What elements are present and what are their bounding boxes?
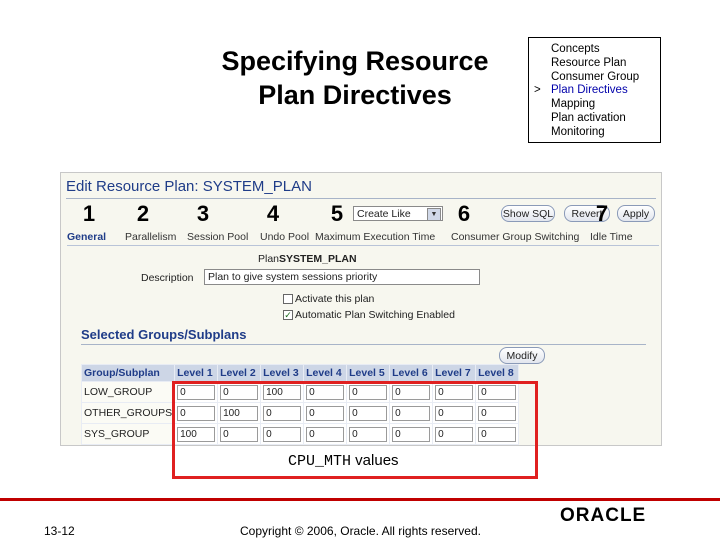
callout-5: 5	[330, 201, 344, 226]
agenda-item-label: Concepts	[551, 43, 600, 55]
property-tabs: General Parallelism Session Pool Undo Pool M…	[67, 231, 659, 247]
agenda-item-label: Monitoring	[551, 125, 605, 138]
plan-name-value: SYSTEM_PLAN	[279, 253, 357, 265]
slide-title-line-2: Plan Directives	[258, 80, 452, 110]
section-divider	[81, 344, 646, 345]
table-header-row: Group/Subplan Level 1 Level 2 Level 3 Level …	[80, 364, 520, 382]
agenda-item-label: Consumer Group	[551, 70, 640, 83]
callout-4: 4	[266, 201, 280, 226]
slide-number: 13-12	[44, 524, 75, 538]
create-like-value: Create Like	[357, 208, 411, 220]
tab-idle-time[interactable]: Idle Time	[590, 231, 633, 243]
column-header-level-1: Level 1	[174, 364, 219, 382]
column-header-level-2: Level 2	[217, 364, 262, 382]
column-header-level-7: Level 7	[432, 364, 477, 382]
agenda-item: > Plan Directives	[529, 84, 660, 98]
chevron-down-icon: ▼	[427, 208, 441, 221]
agenda-item: Consumer Group	[529, 71, 660, 85]
column-header-level-5: Level 5	[346, 364, 391, 382]
slide-title-line-1: Specifying Resource	[221, 46, 489, 76]
tabs-divider	[67, 245, 659, 246]
current-marker: >	[534, 84, 541, 97]
callout-7: 7	[595, 201, 609, 226]
column-header-level-8: Level 8	[475, 364, 520, 382]
column-header-level-6: Level 6	[389, 364, 434, 382]
tab-maximum-execution-time[interactable]: Maximum Execution Time	[315, 231, 435, 243]
plan-label: Plan	[258, 253, 280, 265]
agenda-box: Concepts Resource Plan Consumer Group > Plan…	[528, 37, 661, 143]
tab-undo-pool[interactable]: Undo Pool	[260, 231, 309, 243]
callout-2: 2	[136, 201, 150, 226]
agenda-item: Monitoring	[529, 126, 660, 140]
create-like-select[interactable]: Create Like ▼	[353, 206, 443, 221]
agenda-item: Mapping	[529, 98, 660, 112]
callout-1: 1	[82, 201, 96, 226]
highlight-caption: CPU_MTH values	[288, 452, 399, 470]
plan-switching-checkbox[interactable]: ✓	[283, 310, 293, 320]
agenda-item-label: Plan Directives	[551, 84, 628, 97]
slide-title: Specifying Resource Plan Directives	[200, 44, 510, 112]
callout-6: 6	[457, 201, 471, 226]
copyright-notice: Copyright © 2006, Oracle. All rights res…	[240, 524, 481, 538]
group-name: LOW_GROUP	[80, 381, 176, 403]
column-header-level-4: Level 4	[303, 364, 348, 382]
agenda-item: Resource Plan	[529, 57, 660, 71]
group-name: SYS_GROUP	[80, 423, 176, 445]
highlight-caption-text: values	[351, 452, 399, 469]
show-sql-button[interactable]: Show SQL	[501, 205, 555, 222]
highlight-caption-code: CPU_MTH	[288, 453, 352, 470]
section-title: Selected Groups/Subplans	[81, 327, 247, 342]
column-header-group: Group/Subplan	[80, 364, 176, 382]
page-title: Edit Resource Plan: SYSTEM_PLAN	[66, 178, 312, 195]
agenda-item-label: Mapping	[551, 98, 596, 111]
tab-session-pool[interactable]: Session Pool	[187, 231, 248, 243]
activate-plan-label: Activate this plan	[295, 293, 375, 305]
apply-button[interactable]: Apply	[617, 205, 655, 222]
description-input[interactable]: Plan to give system sessions priority	[204, 269, 480, 285]
oracle-logo: ORACLE	[560, 505, 647, 526]
activate-plan-checkbox[interactable]	[283, 294, 293, 304]
tab-general[interactable]: General	[67, 231, 106, 243]
agenda-item: Plan activation	[529, 112, 660, 126]
callout-3: 3	[196, 201, 210, 226]
title-divider	[66, 198, 656, 199]
modify-button[interactable]: Modify	[499, 347, 545, 364]
footer-bar	[0, 498, 720, 501]
tab-consumer-group-switching[interactable]: Consumer Group Switching	[451, 231, 579, 243]
agenda-item: Concepts	[529, 43, 660, 57]
tab-parallelism[interactable]: Parallelism	[125, 231, 176, 243]
agenda-item-label: Plan activation	[551, 111, 626, 124]
agenda-item-label: Resource Plan	[551, 56, 627, 69]
description-label: Description	[141, 272, 194, 284]
column-header-level-3: Level 3	[260, 364, 305, 382]
plan-switching-label: Automatic Plan Switching Enabled	[295, 309, 455, 321]
group-name: OTHER_GROUPS	[80, 402, 176, 424]
